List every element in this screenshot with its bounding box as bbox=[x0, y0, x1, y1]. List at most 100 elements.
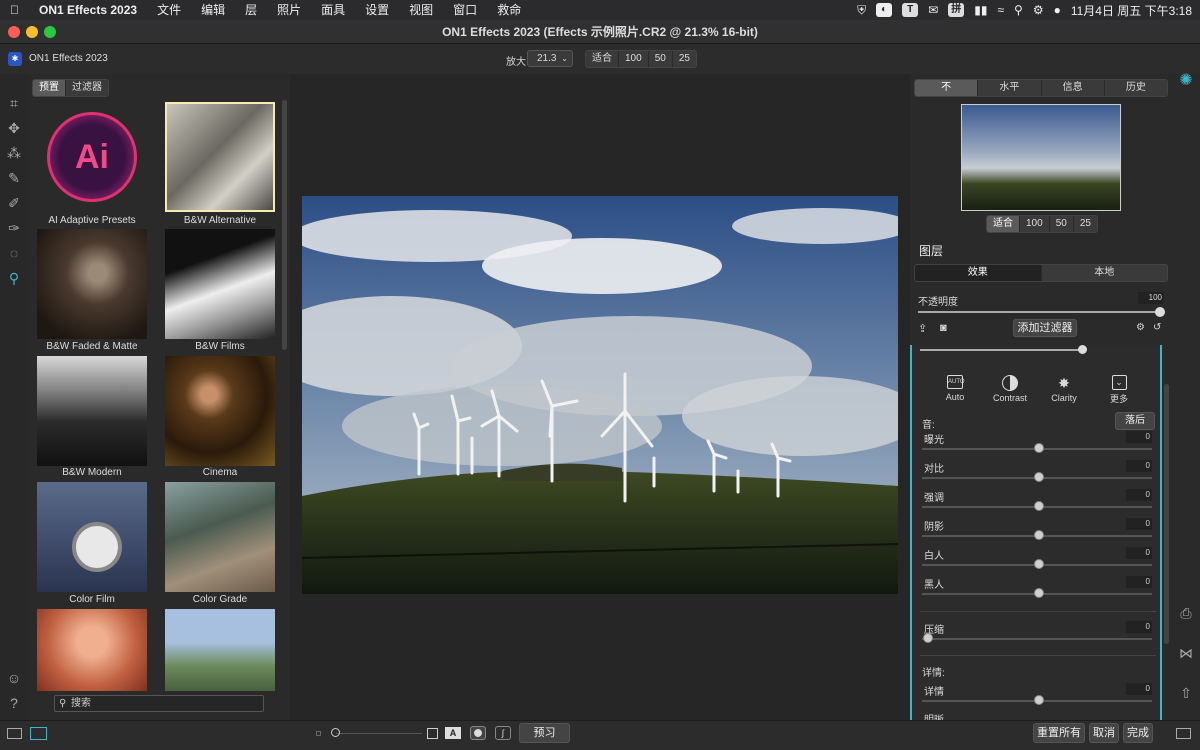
nav-zoom-50[interactable]: 50 bbox=[1049, 216, 1074, 232]
preset-thumb-bw-films[interactable] bbox=[165, 229, 275, 339]
preview-photo[interactable] bbox=[302, 196, 898, 594]
slider-knob[interactable] bbox=[1034, 472, 1044, 482]
done-button[interactable]: 完成 bbox=[1123, 723, 1153, 743]
preset-thumb-row5-left[interactable] bbox=[37, 609, 147, 691]
menu-help[interactable]: 救命 bbox=[487, 0, 531, 20]
blacks-slider[interactable]: 黑人 0 bbox=[922, 576, 1152, 604]
vignette-icon[interactable] bbox=[470, 726, 486, 740]
slider-knob[interactable] bbox=[1034, 501, 1044, 511]
preset-thumb-color-film[interactable] bbox=[37, 482, 147, 592]
crop-icon[interactable]: ⌗ bbox=[5, 94, 23, 112]
preset-thumb-bw-alternative[interactable] bbox=[165, 102, 275, 212]
brush-icon[interactable]: ✎ bbox=[5, 169, 23, 187]
opacity-track[interactable] bbox=[918, 311, 1158, 313]
cancel-button[interactable]: 取消 bbox=[1089, 723, 1119, 743]
tab-effects[interactable]: 效果 bbox=[915, 265, 1042, 281]
slider-knob[interactable] bbox=[1034, 588, 1044, 598]
menubar-clock[interactable]: 11月4日 周五 下午3:18 bbox=[1071, 2, 1192, 19]
preset-thumb-color-grade[interactable] bbox=[165, 482, 275, 592]
opacity-knob[interactable] bbox=[1155, 307, 1165, 317]
slider-value[interactable]: 0 bbox=[1126, 576, 1152, 588]
compress-slider[interactable]: 压缩 0 bbox=[922, 621, 1152, 649]
filter-amount-knob[interactable] bbox=[1078, 345, 1087, 354]
slider-knob[interactable] bbox=[1034, 695, 1044, 705]
slider-knob[interactable] bbox=[923, 633, 933, 643]
navigator-preview[interactable] bbox=[961, 104, 1121, 211]
nav-zoom-fit[interactable]: 适合 bbox=[987, 216, 1020, 232]
notification-icon[interactable]: ✉ bbox=[928, 3, 938, 17]
layer-mask-icon[interactable]: ◙ bbox=[940, 322, 947, 334]
contrast-slider[interactable]: 对比 0 bbox=[922, 460, 1152, 488]
tab-navigator[interactable]: 不 bbox=[915, 80, 979, 96]
preset-thumb-cinema[interactable] bbox=[165, 356, 275, 466]
sidebar-toggle-icon[interactable] bbox=[7, 728, 22, 739]
clone-stamp-icon[interactable]: ◌ bbox=[5, 244, 23, 262]
magic-wand-icon[interactable]: ⁂ bbox=[5, 144, 23, 162]
masking-brush-icon[interactable]: ✐ bbox=[5, 194, 23, 212]
zoom-select[interactable]: 21.3 ⌄ bbox=[527, 50, 573, 67]
minimize-window-button[interactable] bbox=[26, 26, 38, 38]
fall-back-button[interactable]: 落后 bbox=[1115, 412, 1155, 430]
panel-toggle-icon[interactable] bbox=[1176, 728, 1191, 739]
filter-amount-track[interactable] bbox=[920, 349, 1082, 351]
highlights-slider[interactable]: 强调 0 bbox=[922, 489, 1152, 517]
zoom-fit-button[interactable]: 适合 bbox=[586, 51, 619, 67]
user-icon[interactable]: ☺ bbox=[5, 669, 23, 687]
tone-clarity-tool[interactable]: ✸ Clarity bbox=[1049, 375, 1079, 403]
zoom-hand-icon[interactable]: ⚲ bbox=[5, 269, 23, 287]
opacity-value[interactable]: 100 bbox=[1138, 292, 1164, 304]
detail-slider[interactable]: 详情 0 bbox=[922, 683, 1152, 711]
nav-zoom-25[interactable]: 25 bbox=[1073, 216, 1097, 232]
print-icon[interactable]: ⎙ bbox=[1177, 604, 1195, 622]
apple-menu-icon[interactable]:  bbox=[0, 0, 29, 20]
zoom-window-button[interactable] bbox=[44, 26, 56, 38]
brush-size-track[interactable] bbox=[336, 733, 422, 734]
layer-export-icon[interactable]: ⇪ bbox=[918, 322, 927, 335]
tab-presets[interactable]: 预置 bbox=[33, 80, 66, 96]
help-icon[interactable]: ? bbox=[5, 694, 23, 712]
tone-more-tool[interactable]: ⌄ 更多 bbox=[1104, 375, 1134, 405]
brush-size-knob[interactable] bbox=[331, 728, 340, 737]
slider-knob[interactable] bbox=[1034, 530, 1044, 540]
slider-value[interactable]: 0 bbox=[1126, 431, 1152, 443]
export-icon[interactable]: ⇧ bbox=[1177, 684, 1195, 702]
input-method-icon[interactable]: 拼 bbox=[948, 3, 965, 17]
text-overlay-icon[interactable]: A bbox=[445, 727, 461, 739]
tone-contrast-tool[interactable]: Contrast bbox=[992, 375, 1028, 403]
menu-view[interactable]: 视图 bbox=[399, 0, 443, 20]
retouch-brush-icon[interactable]: ✑ bbox=[5, 219, 23, 237]
preset-thumb-bw-faded[interactable] bbox=[37, 229, 147, 339]
image-canvas[interactable] bbox=[290, 74, 910, 720]
tab-local[interactable]: 本地 bbox=[1041, 265, 1167, 281]
tone-auto-tool[interactable]: AUTO Auto bbox=[940, 375, 970, 402]
status-app-icon[interactable]: ◐ bbox=[876, 3, 893, 17]
shield-icon[interactable]: ⛨ bbox=[857, 3, 866, 18]
browser-toggle-icon[interactable] bbox=[30, 727, 47, 740]
menu-photo[interactable]: 照片 bbox=[267, 0, 311, 20]
tab-levels[interactable]: 水平 bbox=[978, 80, 1042, 96]
menu-window[interactable]: 窗口 bbox=[443, 0, 487, 20]
slider-knob[interactable] bbox=[1034, 559, 1044, 569]
slider-value[interactable]: 0 bbox=[1126, 460, 1152, 472]
slider-value[interactable]: 0 bbox=[1126, 621, 1152, 633]
tab-info[interactable]: 信息 bbox=[1041, 80, 1105, 96]
menu-edit[interactable]: 编辑 bbox=[191, 0, 235, 20]
nav-zoom-100[interactable]: 100 bbox=[1020, 216, 1050, 232]
add-filter-button[interactable]: 添加过滤器 bbox=[1013, 319, 1077, 337]
slider-value[interactable]: 0 bbox=[1126, 547, 1152, 559]
zoom-50-button[interactable]: 50 bbox=[648, 51, 673, 67]
compare-icon[interactable]: ∫ bbox=[495, 726, 511, 740]
shadows-slider[interactable]: 阴影 0 bbox=[922, 518, 1152, 546]
effects-module-icon[interactable]: ✺ bbox=[1177, 72, 1195, 90]
menu-app-name[interactable]: ON1 Effects 2023 bbox=[29, 0, 147, 20]
spotlight-search-icon[interactable]: ⚲ bbox=[1014, 3, 1023, 17]
siri-icon[interactable]: ● bbox=[1054, 3, 1061, 17]
slider-value[interactable]: 0 bbox=[1126, 518, 1152, 530]
move-icon[interactable]: ✥ bbox=[5, 119, 23, 137]
whites-slider[interactable]: 白人 0 bbox=[922, 547, 1152, 575]
slider-track[interactable] bbox=[922, 638, 1152, 640]
preset-thumb-row5-right[interactable] bbox=[165, 609, 275, 691]
layer-settings-icon[interactable]: ⚙ bbox=[1136, 322, 1145, 333]
menu-settings[interactable]: 设置 bbox=[355, 0, 399, 20]
reset-all-button[interactable]: 重置所有 bbox=[1033, 723, 1085, 743]
